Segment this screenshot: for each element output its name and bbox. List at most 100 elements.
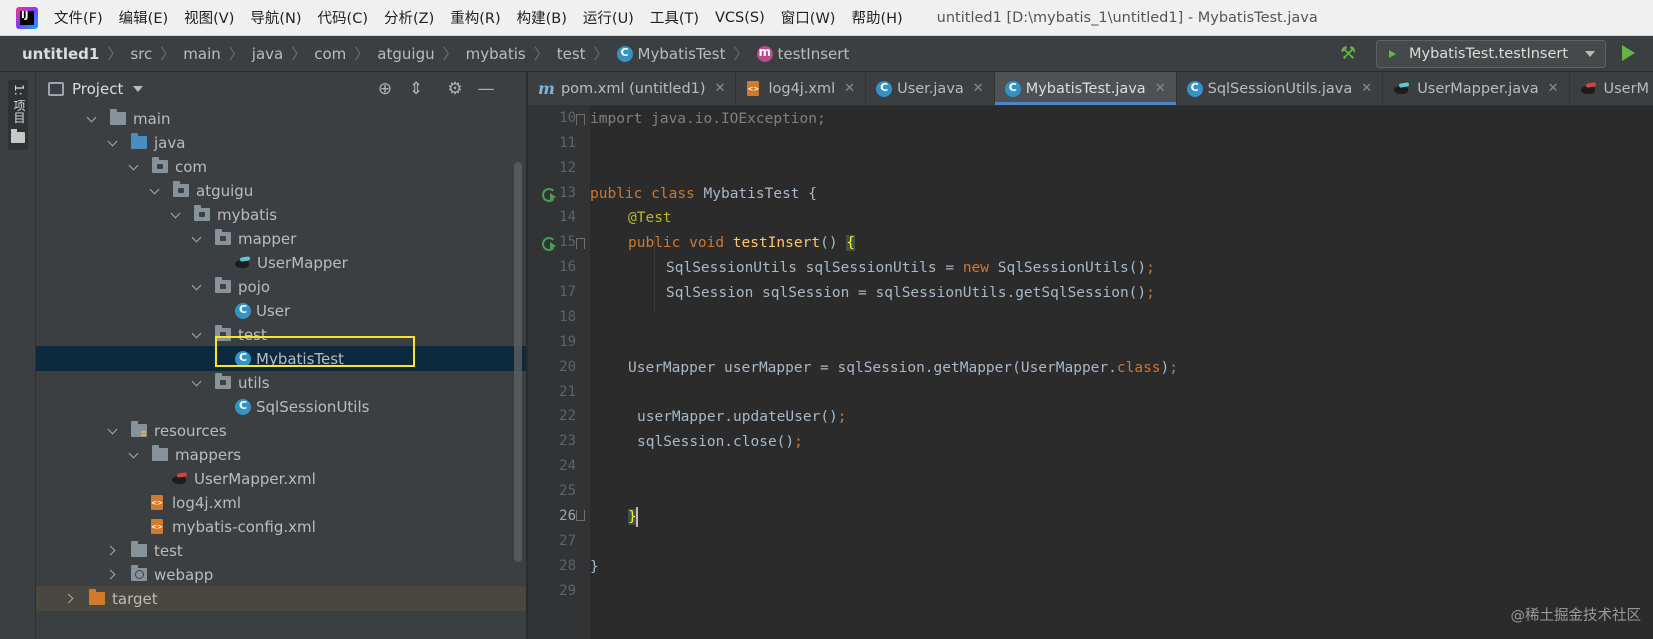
- menu-navigate[interactable]: 导航(N): [250, 7, 301, 28]
- chevron-down-icon[interactable]: [170, 209, 182, 221]
- tree-node[interactable]: UserMapper: [36, 250, 526, 275]
- package-icon: [215, 373, 231, 389]
- tree-node[interactable]: mappers: [36, 442, 526, 467]
- close-icon[interactable]: ✕: [844, 81, 855, 96]
- menu-code[interactable]: 代码(C): [318, 7, 368, 28]
- breadcrumb-mybatis[interactable]: mybatis: [466, 45, 526, 63]
- breadcrumb-test[interactable]: test: [557, 45, 586, 63]
- tree-node[interactable]: mapper: [36, 226, 526, 251]
- tree-node[interactable]: SqlSessionUtils: [36, 394, 526, 419]
- chevron-down-icon[interactable]: [107, 425, 119, 437]
- tab-pom-xml[interactable]: m pom.xml (untitled1) ✕: [528, 72, 737, 105]
- chevron-down-icon[interactable]: [128, 161, 140, 173]
- menu-refactor[interactable]: 重构(R): [450, 7, 500, 28]
- tab-usermapper-java[interactable]: UserMapper.java ✕: [1383, 72, 1570, 105]
- chevron-down-icon[interactable]: [107, 137, 119, 149]
- maven-icon: m: [538, 79, 555, 98]
- tree-node-label: log4j.xml: [172, 493, 242, 512]
- tree-node[interactable]: utils: [36, 370, 526, 395]
- close-icon[interactable]: ✕: [973, 81, 984, 96]
- tab-user-java[interactable]: User.java ✕: [866, 72, 995, 105]
- breadcrumb-method[interactable]: testInsert: [756, 45, 849, 63]
- project-panel-title[interactable]: Project: [72, 80, 123, 98]
- tree-node[interactable]: atguigu: [36, 178, 526, 203]
- tab-sqlsessionutils-java[interactable]: SqlSessionUtils.java ✕: [1177, 72, 1384, 105]
- menu-analyze[interactable]: 分析(Z): [384, 7, 434, 28]
- tree-node[interactable]: target: [36, 586, 526, 611]
- tree-node[interactable]: test: [36, 538, 526, 563]
- chevron-down-icon[interactable]: [133, 86, 144, 92]
- chevron-down-icon[interactable]: [191, 377, 203, 389]
- tree-node[interactable]: UserMapper.xml: [36, 466, 526, 491]
- tab-mybatistest-java[interactable]: MybatisTest.java ✕: [994, 72, 1177, 105]
- project-tool-window-label: 1: 项目: [12, 84, 26, 124]
- run-play-icon[interactable]: [1622, 45, 1635, 61]
- chevron-right-icon[interactable]: [107, 569, 119, 581]
- tab-usermapper-xml[interactable]: UserM: [1570, 72, 1653, 105]
- hide-panel-icon[interactable]: —: [477, 80, 495, 98]
- tree-node-label: com: [175, 157, 208, 176]
- vertical-scrollbar[interactable]: [514, 162, 522, 562]
- close-icon[interactable]: ✕: [1548, 81, 1559, 96]
- chevron-down-icon[interactable]: [128, 449, 140, 461]
- close-icon[interactable]: ✕: [1361, 81, 1372, 96]
- fold-marker-icon[interactable]: [576, 510, 585, 521]
- gear-icon[interactable]: ⚙: [446, 80, 464, 98]
- run-configuration-select[interactable]: MybatisTest.testInsert: [1376, 40, 1606, 68]
- tree-node[interactable]: mybatis-config.xml: [36, 514, 526, 539]
- menu-file[interactable]: 文件(F): [54, 7, 103, 28]
- breadcrumb-java[interactable]: java: [252, 45, 283, 63]
- close-icon[interactable]: ✕: [1155, 81, 1166, 96]
- project-tool-window-button[interactable]: 1: 项目: [8, 80, 28, 150]
- menu-run[interactable]: 运行(U): [583, 7, 634, 28]
- breadcrumb-project[interactable]: untitled1: [22, 45, 99, 63]
- fold-marker-icon[interactable]: [576, 238, 585, 249]
- chevron-right-icon[interactable]: [65, 593, 77, 605]
- tree-node[interactable]: webapp: [36, 562, 526, 587]
- tree-node[interactable]: test: [36, 322, 526, 347]
- menu-edit[interactable]: 编辑(E): [119, 7, 168, 28]
- tree-node[interactable]: java: [36, 130, 526, 155]
- code-text: UserMapper userMapper = sqlSession.getMa…: [628, 360, 1117, 376]
- tree-node-selected[interactable]: MybatisTest: [36, 346, 526, 371]
- chevron-down-icon[interactable]: [149, 185, 161, 197]
- breadcrumb-main[interactable]: main: [183, 45, 220, 63]
- tree-node[interactable]: com: [36, 154, 526, 179]
- breadcrumb-src[interactable]: src: [130, 45, 152, 63]
- code-text: }: [590, 559, 599, 575]
- chevron-right-icon[interactable]: [107, 545, 119, 557]
- package-icon: [215, 325, 231, 341]
- breadcrumb-class-label: MybatisTest: [637, 44, 726, 63]
- build-hammer-icon[interactable]: ⚒: [1340, 44, 1360, 64]
- tree-node[interactable]: main: [36, 106, 526, 131]
- code-area[interactable]: import java.io.IOException; public class…: [590, 106, 1653, 639]
- breadcrumb-com[interactable]: com: [314, 45, 346, 63]
- menu-help[interactable]: 帮助(H): [851, 7, 902, 28]
- class-icon: [876, 80, 893, 97]
- chevron-down-icon[interactable]: [86, 113, 98, 125]
- menu-build[interactable]: 构建(B): [517, 7, 567, 28]
- tree-node[interactable]: resources: [36, 418, 526, 443]
- tab-log4j-xml[interactable]: log4j.xml ✕: [736, 72, 867, 105]
- run-test-class-icon[interactable]: [540, 186, 556, 202]
- chevron-down-icon[interactable]: [191, 329, 203, 341]
- tree-node[interactable]: pojo: [36, 274, 526, 299]
- locate-file-icon[interactable]: ⊕: [376, 80, 394, 98]
- close-icon[interactable]: ✕: [715, 81, 726, 96]
- source-folder-icon: [131, 133, 147, 149]
- menu-view[interactable]: 视图(V): [184, 7, 234, 28]
- tree-node[interactable]: mybatis: [36, 202, 526, 227]
- breadcrumb-class[interactable]: MybatisTest: [616, 44, 726, 63]
- run-test-method-icon[interactable]: [540, 235, 556, 251]
- chevron-down-icon[interactable]: [191, 281, 203, 293]
- tree-node[interactable]: log4j.xml: [36, 490, 526, 515]
- collapse-all-icon[interactable]: ⇕: [407, 80, 425, 98]
- menu-vcs[interactable]: VCS(S): [715, 10, 765, 26]
- fold-marker-icon[interactable]: [576, 114, 585, 125]
- menu-window[interactable]: 窗口(W): [781, 7, 836, 28]
- menu-tools[interactable]: 工具(T): [650, 7, 699, 28]
- breadcrumb-separator: 〉: [593, 45, 609, 63]
- tree-node[interactable]: User: [36, 298, 526, 323]
- chevron-down-icon[interactable]: [191, 233, 203, 245]
- breadcrumb-atguigu[interactable]: atguigu: [377, 45, 434, 63]
